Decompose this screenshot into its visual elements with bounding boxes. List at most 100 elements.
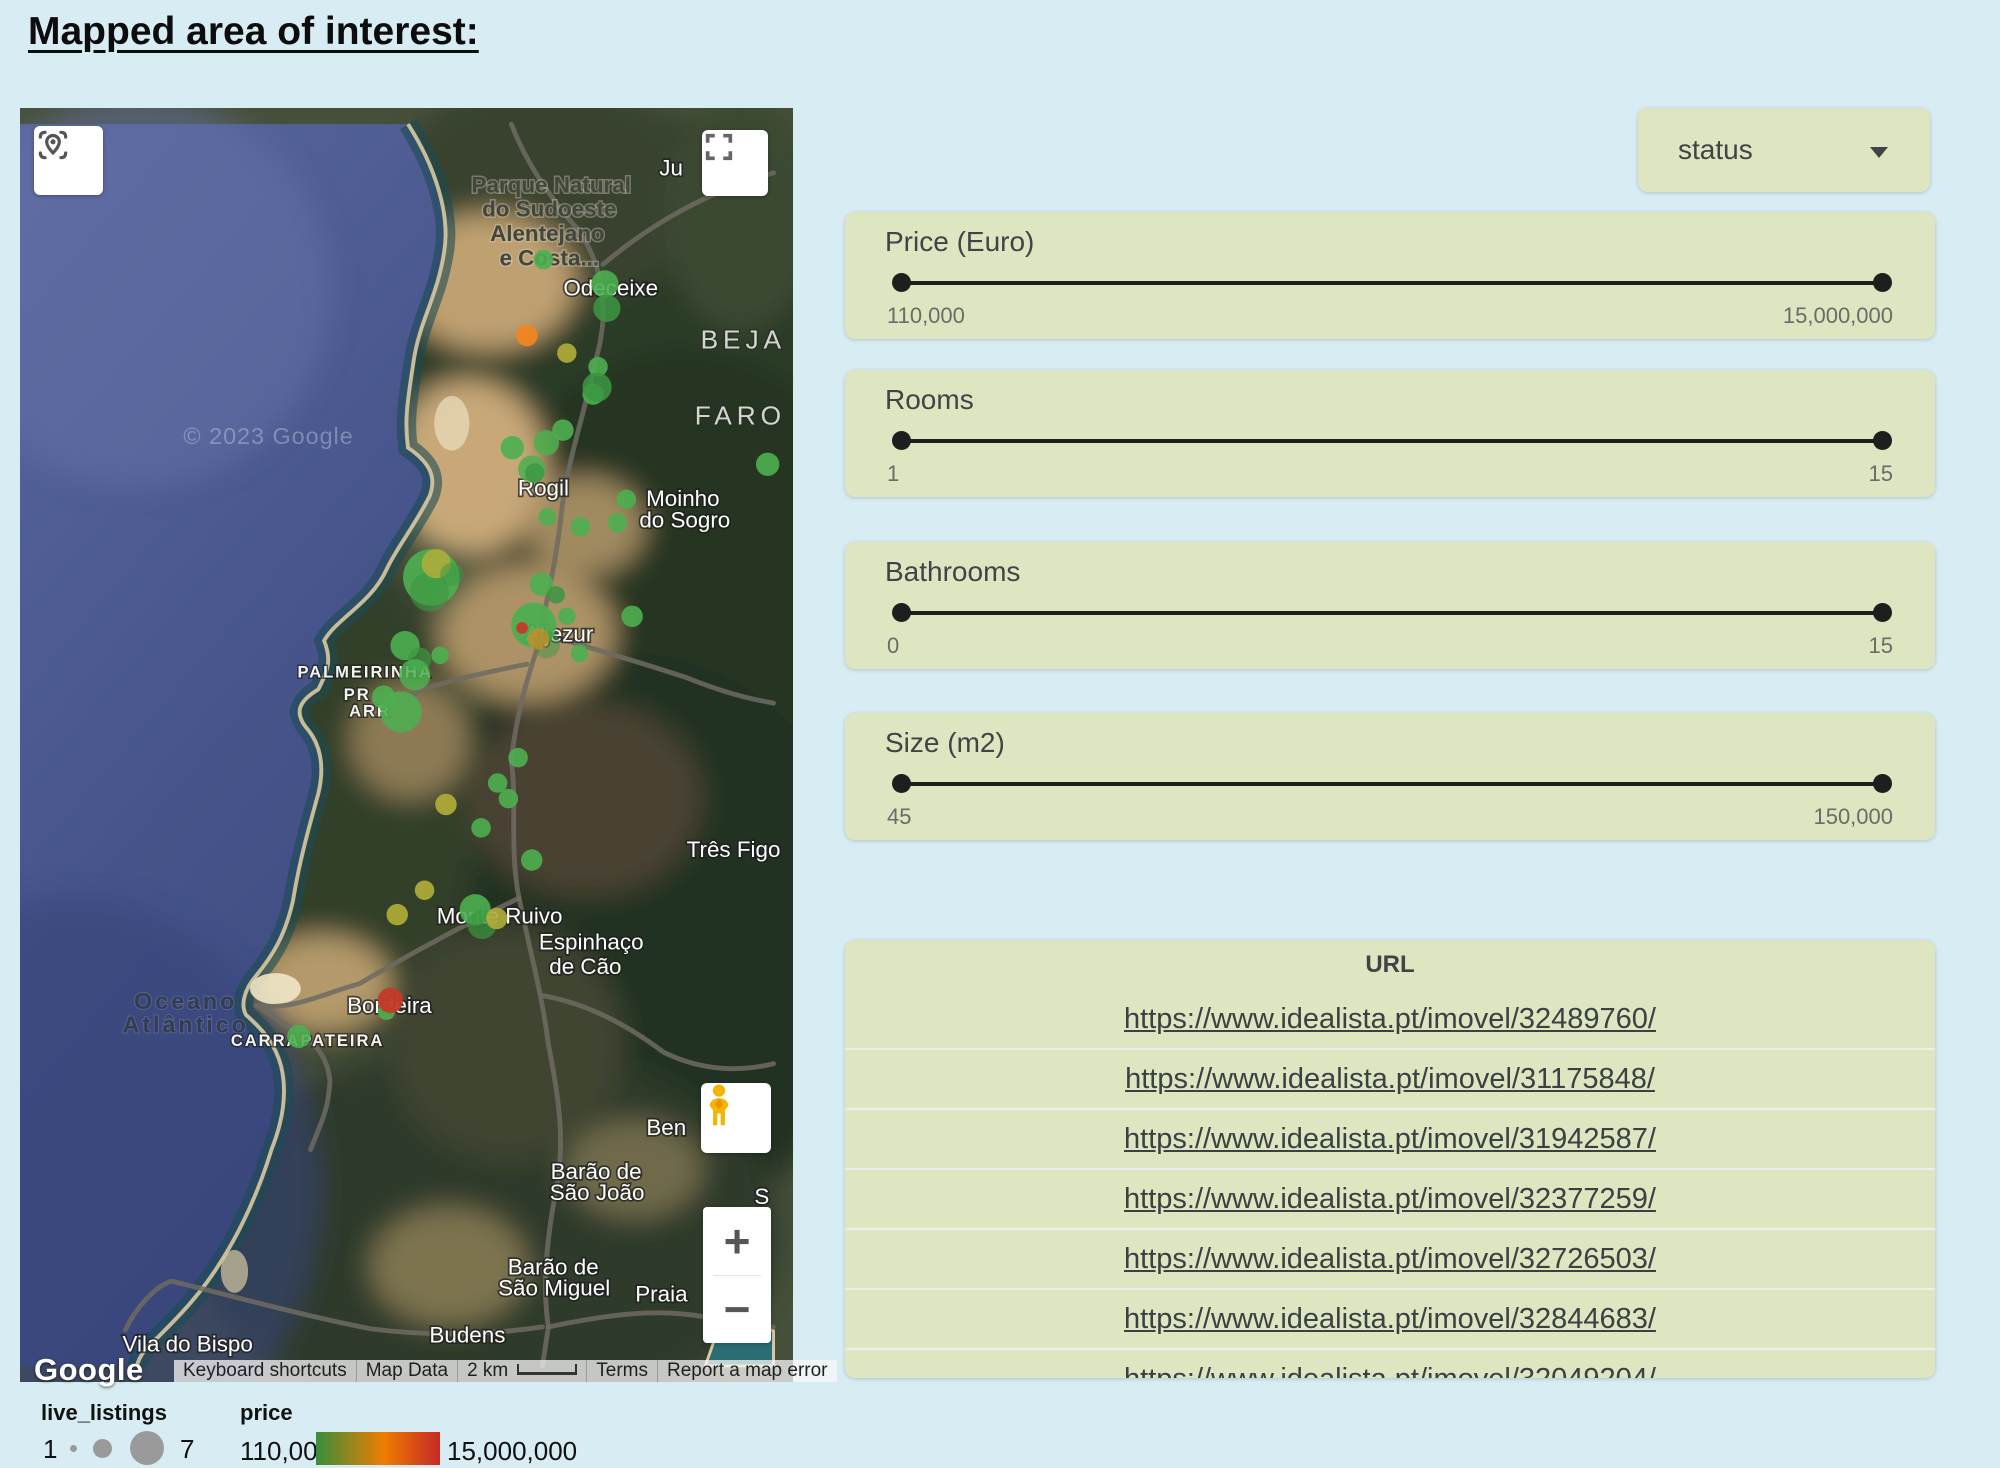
price-slider-label: Price (Euro)	[885, 226, 1034, 258]
rooms-slider-track[interactable]	[901, 439, 1883, 443]
size-min-value: 45	[887, 804, 911, 830]
listing-dot[interactable]	[287, 1025, 310, 1048]
listing-dot[interactable]	[521, 849, 542, 870]
listing-dot[interactable]	[528, 628, 549, 649]
pegman-button[interactable]	[701, 1083, 771, 1153]
terms-link[interactable]: Terms	[587, 1360, 658, 1382]
zoom-control: + −	[703, 1207, 771, 1343]
map-canvas: Parque Naturaldo SudoesteAlentejanoe Cos…	[20, 108, 793, 1382]
bathrooms-slider-track[interactable]	[901, 611, 1883, 615]
legend-dot-small	[70, 1445, 77, 1452]
listing-dot[interactable]	[501, 436, 524, 459]
satellite-map[interactable]: Parque Naturaldo SudoesteAlentejanoe Cos…	[20, 108, 793, 1382]
bathrooms-slider-label: Bathrooms	[885, 556, 1020, 588]
zoom-out-button[interactable]: −	[703, 1276, 771, 1344]
bathrooms-slider-handle-max[interactable]	[1873, 603, 1892, 622]
listing-dot[interactable]	[399, 659, 430, 690]
listing-dot[interactable]	[571, 645, 589, 663]
map-label: Oceano	[134, 988, 237, 1014]
listing-link[interactable]: https://www.idealista.pt/imovel/31175848…	[1125, 1063, 1655, 1096]
map-label: São Miguel	[498, 1276, 610, 1301]
price-gradient-bar	[316, 1432, 440, 1465]
listing-dot[interactable]	[534, 250, 553, 269]
size-max-value: 150,000	[1813, 804, 1893, 830]
size-slider-handle-min[interactable]	[892, 774, 911, 793]
url-table: URL https://www.idealista.pt/imovel/3248…	[845, 940, 1935, 1378]
map-label: S	[754, 1184, 769, 1209]
map-label: Ju	[659, 156, 683, 181]
listing-dot[interactable]	[431, 647, 449, 665]
table-row: https://www.idealista.pt/imovel/32726503…	[845, 1228, 1935, 1288]
map-label: Ben	[646, 1115, 686, 1140]
chevron-down-icon	[1870, 147, 1888, 158]
listing-dot[interactable]	[756, 453, 779, 476]
price-slider-panel: Price (Euro) 110,000 15,000,000	[845, 212, 1935, 339]
bathrooms-slider-handle-min[interactable]	[892, 603, 911, 622]
legend-color-max: 15,000,000	[447, 1436, 577, 1467]
listing-dot[interactable]	[471, 818, 490, 837]
listing-dot[interactable]	[415, 880, 434, 899]
listing-dot[interactable]	[486, 908, 507, 929]
size-slider-handle-max[interactable]	[1873, 774, 1892, 793]
rooms-slider-handle-max[interactable]	[1873, 431, 1892, 450]
scale-text: 2 km	[467, 1360, 508, 1382]
listing-link[interactable]: https://www.idealista.pt/imovel/32049204…	[1124, 1363, 1656, 1379]
map-attribution-bar: Keyboard shortcuts Map Data 2 km Terms R…	[174, 1360, 793, 1382]
zoom-in-button[interactable]: +	[703, 1207, 771, 1275]
fullscreen-button[interactable]	[702, 130, 768, 196]
listing-dot[interactable]	[508, 748, 527, 767]
legend-size-min: 1	[43, 1434, 57, 1465]
table-row: https://www.idealista.pt/imovel/32049204…	[845, 1348, 1935, 1378]
listing-dot[interactable]	[387, 904, 408, 925]
page-title: Mapped area of interest:	[28, 10, 479, 54]
keyboard-shortcuts-link[interactable]: Keyboard shortcuts	[174, 1360, 357, 1382]
listing-dot[interactable]	[440, 563, 463, 586]
map-label: © 2023 Google	[183, 423, 353, 449]
legend-color-title: price	[240, 1400, 293, 1426]
table-row: https://www.idealista.pt/imovel/32489760…	[845, 990, 1935, 1048]
map-scale: 2 km	[458, 1360, 587, 1382]
listing-dot[interactable]	[558, 608, 576, 626]
listing-dot[interactable]	[593, 295, 620, 322]
url-table-rows: https://www.idealista.pt/imovel/32489760…	[845, 990, 1935, 1378]
map-data-link[interactable]: Map Data	[357, 1360, 458, 1382]
price-slider-handle-min[interactable]	[892, 273, 911, 292]
listing-dot[interactable]	[499, 789, 518, 808]
listing-link[interactable]: https://www.idealista.pt/imovel/32489760…	[1124, 1003, 1656, 1036]
scale-bar	[517, 1364, 577, 1375]
listing-dot[interactable]	[557, 343, 576, 362]
frame-location-button[interactable]	[34, 126, 103, 195]
map-label: Budens	[429, 1323, 505, 1348]
report-map-error-link[interactable]: Report a map error	[658, 1360, 837, 1382]
listing-dot[interactable]	[591, 270, 618, 297]
listing-link[interactable]: https://www.idealista.pt/imovel/32377259…	[1124, 1183, 1656, 1216]
listing-dot[interactable]	[516, 622, 528, 634]
status-dropdown[interactable]: status	[1638, 108, 1930, 192]
listing-dot[interactable]	[378, 988, 403, 1013]
listing-dot[interactable]	[608, 513, 627, 532]
listing-dot[interactable]	[534, 430, 559, 455]
listing-dot[interactable]	[435, 794, 456, 815]
price-slider-track[interactable]	[901, 281, 1883, 285]
listing-dot[interactable]	[516, 325, 537, 346]
listing-link[interactable]: https://www.idealista.pt/imovel/32844683…	[1124, 1303, 1656, 1336]
listing-dot[interactable]	[525, 463, 544, 482]
listing-dot[interactable]	[621, 606, 642, 627]
rooms-slider-handle-min[interactable]	[892, 431, 911, 450]
listing-link[interactable]: https://www.idealista.pt/imovel/32726503…	[1124, 1243, 1656, 1276]
map-label: BEJA	[701, 324, 786, 354]
listing-link[interactable]: https://www.idealista.pt/imovel/31942587…	[1124, 1123, 1656, 1156]
dashboard: Mapped area of interest:	[0, 0, 2000, 1468]
legend-dot-large	[130, 1431, 164, 1465]
google-logo[interactable]: Google	[34, 1352, 144, 1388]
listing-dot[interactable]	[381, 691, 422, 732]
listing-dot[interactable]	[539, 508, 557, 526]
listing-dot[interactable]	[571, 517, 590, 536]
listing-dot[interactable]	[582, 373, 611, 402]
listing-dot[interactable]	[547, 586, 565, 604]
map-label: Espinhaço	[539, 930, 644, 955]
price-slider-handle-max[interactable]	[1873, 273, 1892, 292]
map-label: Praia	[635, 1282, 688, 1307]
size-slider-track[interactable]	[901, 782, 1883, 786]
listing-dot[interactable]	[617, 490, 636, 509]
